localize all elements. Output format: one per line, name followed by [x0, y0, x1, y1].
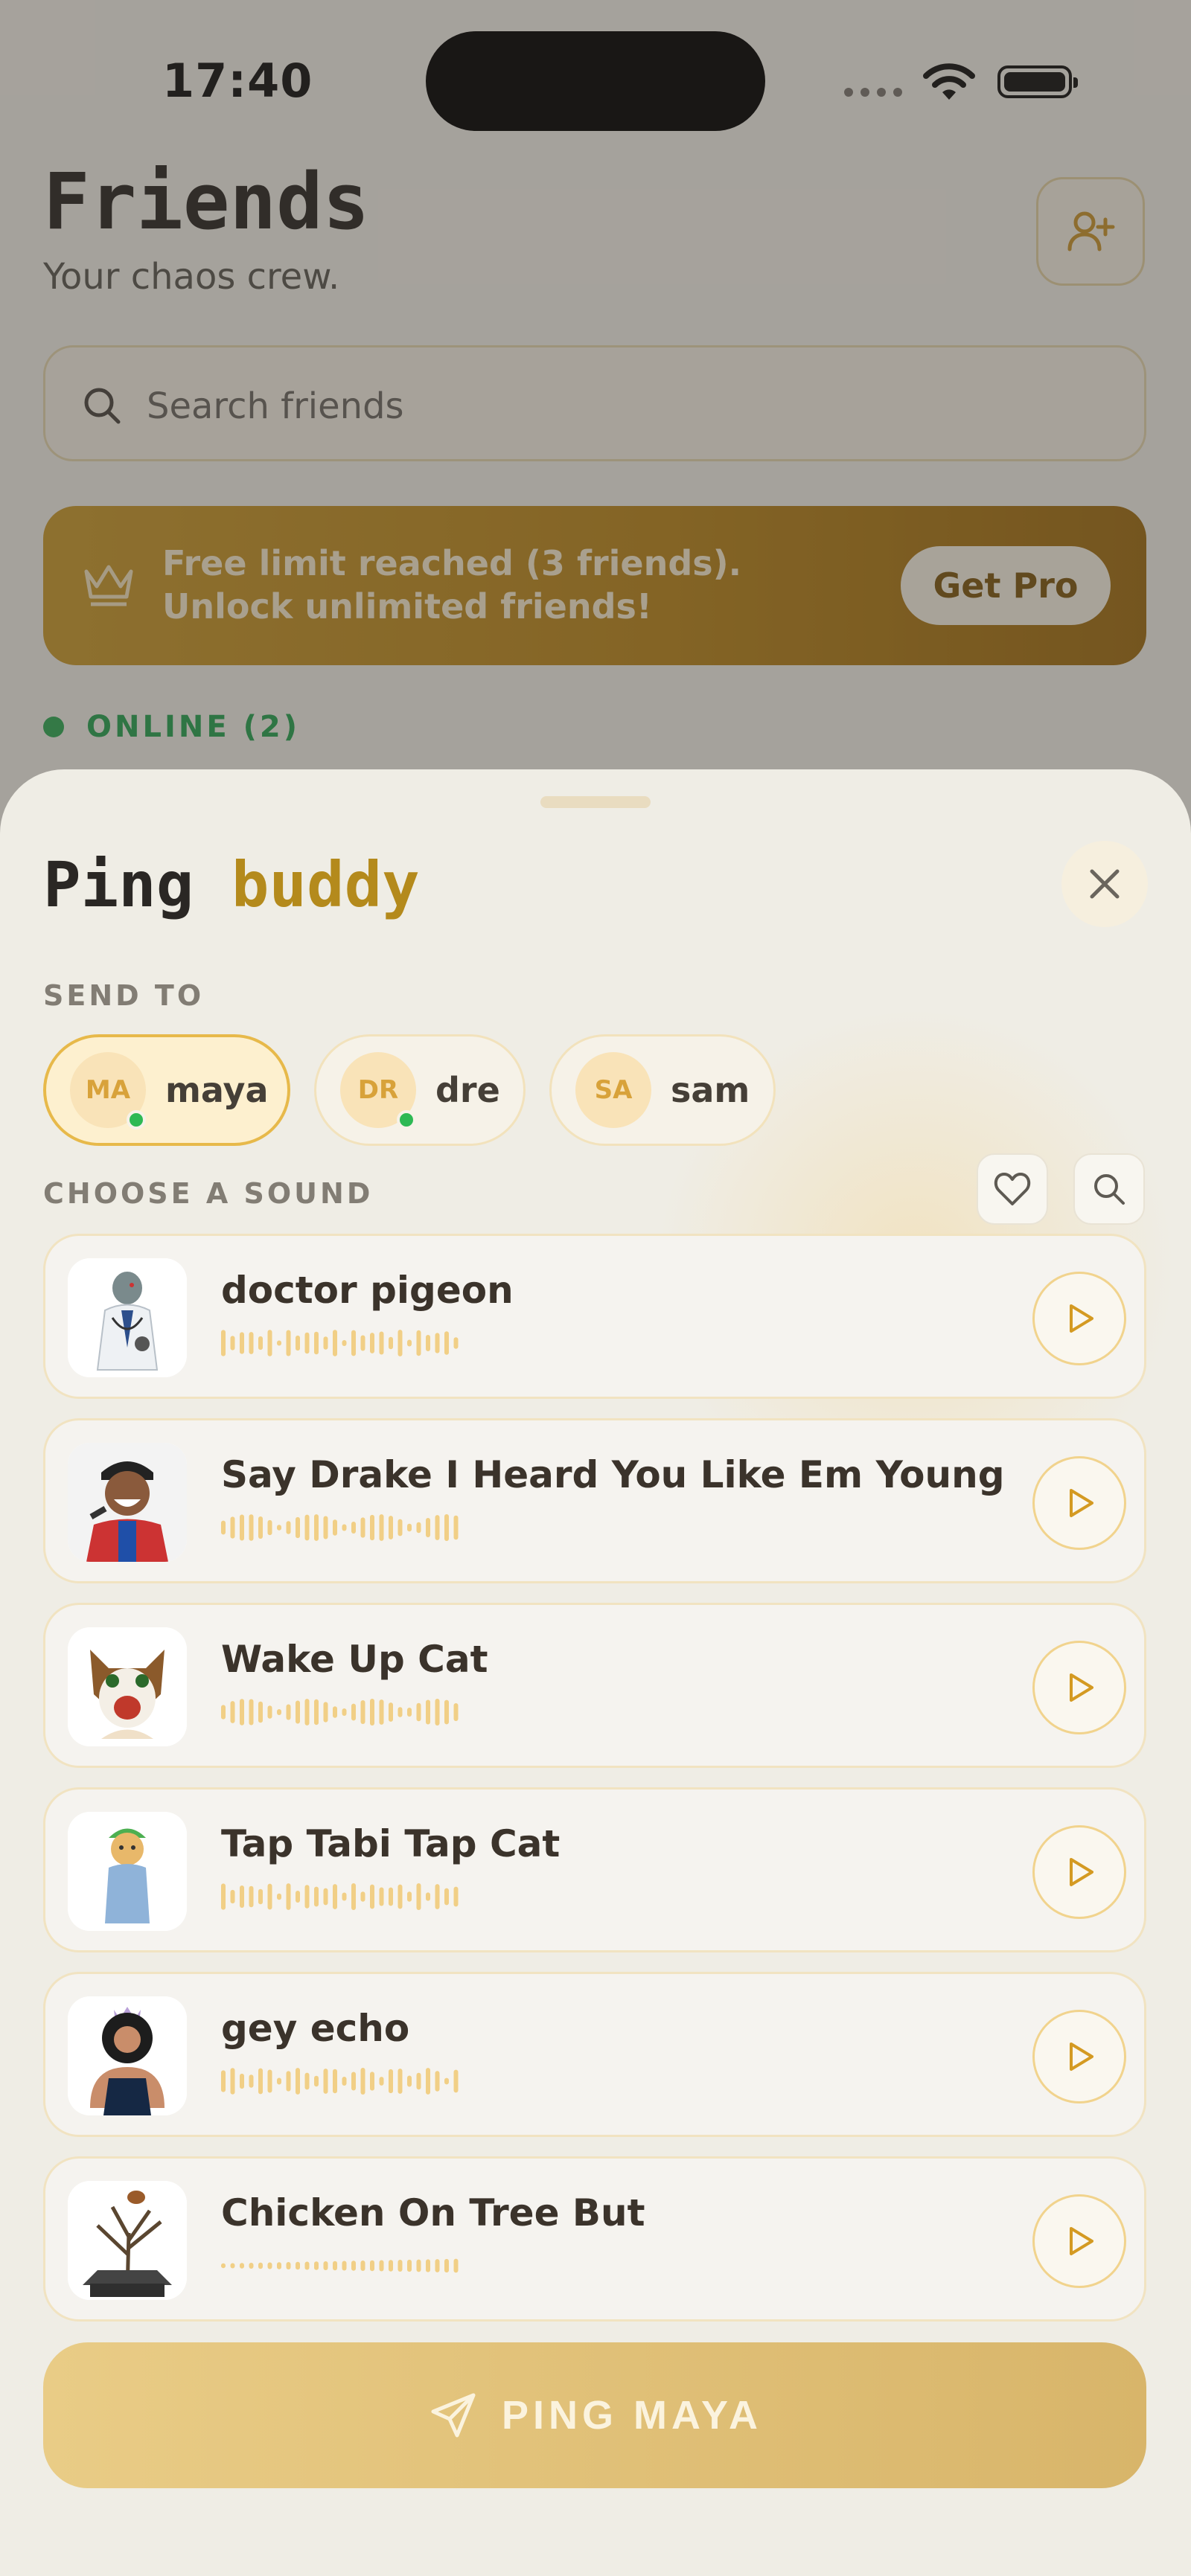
play-button[interactable] — [1032, 1272, 1126, 1365]
recipient-name: dre — [435, 1070, 500, 1110]
sheet-title-accent: buddy — [231, 848, 420, 921]
waveform — [221, 2258, 459, 2273]
avatar: MA — [70, 1052, 146, 1130]
close-button[interactable] — [1061, 841, 1148, 927]
play-icon — [1070, 1858, 1093, 1886]
sound-card[interactable]: doctor pigeon — [43, 1234, 1146, 1399]
waveform — [221, 1699, 459, 1726]
choose-sound-label: CHOOSE A SOUND — [43, 1177, 374, 1210]
sound-title: Wake Up Cat — [221, 1638, 488, 1681]
screaming-cat-image — [68, 1627, 187, 1746]
avatar: DR — [340, 1052, 416, 1130]
play-button[interactable] — [1032, 1641, 1126, 1734]
ping-sheet: Ping buddy SEND TO MA maya DR dre SA sam… — [0, 769, 1191, 2576]
recipient-chip-sam[interactable]: SA sam — [549, 1034, 776, 1146]
sound-title: Chicken On Tree But — [221, 2191, 645, 2234]
play-icon — [1070, 1489, 1093, 1517]
recipient-chip-dre[interactable]: DR dre — [314, 1034, 526, 1146]
waveform — [221, 1514, 459, 1541]
drake-singing-image — [68, 1443, 187, 1562]
sound-title: Say Drake I Heard You Like Em Young — [221, 1453, 1005, 1496]
recipient-name: sam — [671, 1070, 750, 1110]
sound-card[interactable]: Chicken On Tree But — [43, 2156, 1146, 2322]
sound-card[interactable]: Wake Up Cat — [43, 1603, 1146, 1768]
sound-search-button[interactable] — [1073, 1153, 1145, 1225]
avatar: SA — [575, 1052, 651, 1128]
play-button[interactable] — [1032, 1456, 1126, 1550]
friends-screen: 17:40 Friends Your chaos crew. Free limi… — [0, 0, 1191, 2576]
send-icon — [431, 2393, 476, 2438]
ping-button-label: PING MAYA — [501, 2393, 763, 2438]
heart-icon — [994, 1173, 1031, 1205]
chicken-tree-image — [68, 2181, 187, 2300]
play-icon — [1070, 1673, 1093, 1702]
sound-title: gey echo — [221, 2007, 410, 2050]
sheet-title: Ping buddy — [43, 848, 420, 921]
sound-card[interactable]: gey echo — [43, 1972, 1146, 2137]
close-icon — [1090, 869, 1120, 899]
sound-title: Tap Tabi Tap Cat — [221, 1822, 561, 1865]
ping-button[interactable]: PING MAYA — [43, 2342, 1146, 2488]
favorites-button[interactable] — [977, 1153, 1048, 1225]
sheet-grabber[interactable] — [540, 796, 651, 808]
sound-card[interactable]: Tap Tabi Tap Cat — [43, 1787, 1146, 1952]
play-button[interactable] — [1032, 2194, 1126, 2288]
online-status-dot — [127, 1110, 146, 1130]
play-button[interactable] — [1032, 2010, 1126, 2104]
recipient-chip-maya[interactable]: MA maya — [43, 1034, 290, 1146]
sound-title: doctor pigeon — [221, 1269, 514, 1312]
pigeon-doctor-image — [68, 1258, 187, 1377]
play-icon — [1070, 2042, 1093, 2071]
online-status-dot — [397, 1110, 416, 1130]
recipient-name: maya — [165, 1070, 269, 1110]
play-icon — [1070, 1304, 1093, 1333]
sound-card[interactable]: Say Drake I Heard You Like Em Young — [43, 1418, 1146, 1583]
queen-figure-image — [68, 1996, 187, 2115]
play-button[interactable] — [1032, 1825, 1126, 1919]
play-icon — [1070, 2227, 1093, 2255]
search-icon — [1094, 1174, 1125, 1205]
waveform — [221, 1330, 459, 1356]
waveform — [221, 2068, 459, 2095]
send-to-label: SEND TO — [43, 979, 205, 1012]
waveform — [221, 1883, 459, 1910]
sheet-title-main: Ping — [43, 848, 194, 921]
cat-green-hat-image — [68, 1812, 187, 1931]
